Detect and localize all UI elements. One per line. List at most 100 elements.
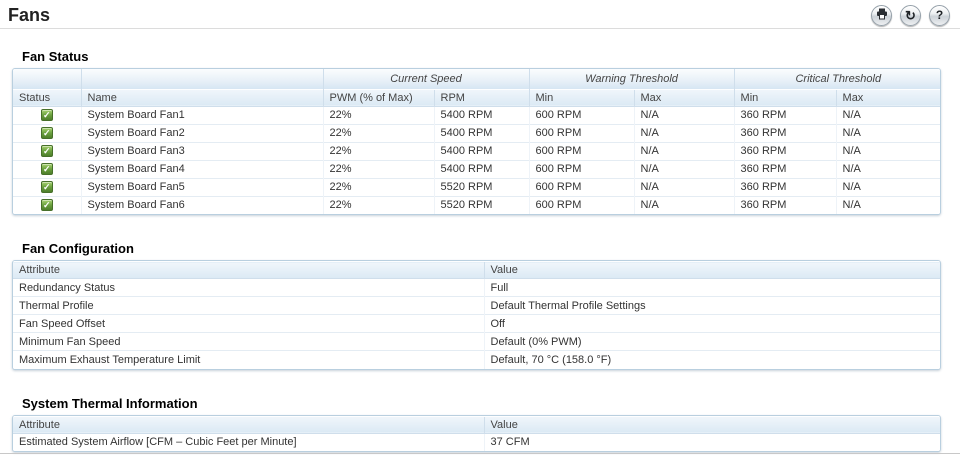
status-ok-icon: ✓: [40, 109, 53, 122]
crit-min-cell: 360 RPM: [733, 123, 837, 142]
print-icon: [876, 8, 888, 23]
fan-configuration-title: Fan Configuration: [22, 241, 134, 256]
group-header-row: Current Speed Warning Threshold Critical…: [13, 69, 940, 89]
help-button[interactable]: ?: [929, 4, 950, 26]
table-row: ✓ System Board Fan2 22% 5400 RPM 600 RPM…: [13, 123, 940, 142]
bottom-divider: [0, 453, 960, 454]
table-row: Thermal Profile Default Thermal Profile …: [13, 296, 940, 315]
group-header-current-speed: Current Speed: [322, 69, 530, 89]
status-ok-icon: ✓: [40, 127, 53, 140]
value-cell: Off: [483, 314, 940, 333]
col-status: Status: [13, 88, 81, 107]
group-header-warning-threshold: Warning Threshold: [528, 69, 735, 89]
value-cell: Default, 70 °C (158.0 °F): [483, 350, 940, 369]
column-header-row: Attribute Value: [13, 261, 940, 279]
pwm-cell: 22%: [322, 177, 434, 196]
warn-min-cell: 600 RPM: [528, 159, 635, 178]
system-thermal-title: System Thermal Information: [22, 395, 198, 411]
status-ok-icon: ✓: [40, 199, 53, 212]
warn-max-cell: N/A: [633, 141, 735, 160]
system-thermal-section: System Thermal Information Attribute Val…: [12, 395, 960, 452]
rpm-cell: 5520 RPM: [433, 177, 530, 196]
col-value: Value: [483, 415, 940, 434]
system-thermal-table: Attribute Value Estimated System Airflow…: [12, 414, 941, 452]
crit-max-cell: N/A: [835, 159, 940, 178]
name-cell: System Board Fan5: [80, 177, 323, 196]
value-cell: Default Thermal Profile Settings: [483, 296, 940, 315]
crit-max-cell: N/A: [835, 195, 940, 214]
col-warn-max: Max: [633, 88, 735, 107]
warn-min-cell: 600 RPM: [528, 141, 635, 160]
rpm-cell: 5400 RPM: [433, 106, 530, 124]
status-cell: ✓: [13, 141, 81, 160]
warn-min-cell: 600 RPM: [528, 123, 635, 142]
warn-max-cell: N/A: [633, 106, 735, 124]
value-cell: Default (0% PWM): [483, 332, 940, 351]
rpm-cell: 5520 RPM: [433, 195, 530, 214]
refresh-icon: ↻: [905, 7, 916, 23]
pwm-cell: 22%: [322, 123, 434, 142]
fan-configuration-table: Attribute Value Redundancy Status Full T…: [12, 260, 941, 370]
status-ok-icon: ✓: [40, 163, 53, 176]
column-header-row: Attribute Value: [13, 415, 940, 434]
attribute-cell: Maximum Exhaust Temperature Limit: [13, 350, 484, 369]
crit-max-cell: N/A: [835, 177, 940, 196]
crit-min-cell: 360 RPM: [733, 159, 837, 178]
warn-max-cell: N/A: [633, 195, 735, 214]
col-value: Value: [483, 261, 940, 279]
warn-max-cell: N/A: [633, 159, 735, 178]
help-icon: ?: [935, 8, 944, 22]
crit-max-cell: N/A: [835, 123, 940, 142]
value-cell: 37 CFM: [483, 433, 940, 451]
name-cell: System Board Fan6: [80, 195, 323, 214]
status-ok-icon: ✓: [40, 145, 53, 158]
attribute-cell: Redundancy Status: [13, 278, 484, 297]
table-row: Minimum Fan Speed Default (0% PWM): [13, 332, 940, 351]
pwm-cell: 22%: [322, 106, 434, 124]
col-warn-min: Min: [528, 88, 635, 107]
rpm-cell: 5400 RPM: [433, 159, 530, 178]
pwm-cell: 22%: [322, 159, 434, 178]
topbar-actions: ↻ ?: [871, 4, 950, 26]
warn-min-cell: 600 RPM: [528, 106, 635, 124]
rpm-cell: 5400 RPM: [433, 123, 530, 142]
col-pwm: PWM (% of Max): [322, 88, 434, 107]
warn-min-cell: 600 RPM: [528, 195, 635, 214]
status-ok-icon: ✓: [40, 181, 53, 194]
group-header-empty: [13, 69, 81, 89]
group-header-critical-threshold: Critical Threshold: [733, 69, 940, 89]
warn-min-cell: 600 RPM: [528, 177, 635, 196]
rpm-cell: 5400 RPM: [433, 141, 530, 160]
status-cell: ✓: [13, 195, 81, 214]
fan-status-title: Fan Status: [22, 49, 89, 64]
fan-configuration-section: Fan Configuration Attribute Value Redund…: [12, 241, 960, 370]
col-attribute: Attribute: [13, 415, 484, 434]
attribute-cell: Minimum Fan Speed: [13, 332, 484, 351]
crit-max-cell: N/A: [835, 106, 940, 124]
col-crit-max: Max: [835, 88, 940, 107]
crit-min-cell: 360 RPM: [733, 106, 837, 124]
crit-min-cell: 360 RPM: [733, 195, 837, 214]
warn-max-cell: N/A: [633, 123, 735, 142]
table-row: Fan Speed Offset Off: [13, 314, 940, 333]
col-rpm: RPM: [433, 88, 530, 107]
attribute-cell: Estimated System Airflow [CFM – Cubic Fe…: [13, 433, 484, 451]
status-cell: ✓: [13, 106, 81, 124]
column-header-row: Status Name PWM (% of Max) RPM Min Max M…: [13, 88, 940, 107]
col-name: Name: [80, 88, 323, 107]
page-title: Fans: [8, 5, 51, 25]
table-row: ✓ System Board Fan3 22% 5400 RPM 600 RPM…: [13, 141, 940, 160]
table-row: Maximum Exhaust Temperature Limit Defaul…: [13, 350, 940, 369]
print-button[interactable]: [871, 4, 892, 26]
refresh-button[interactable]: ↻: [900, 4, 921, 26]
col-crit-min: Min: [733, 88, 837, 107]
fan-status-section: Fan Status Current Speed Warning Thresho…: [12, 49, 960, 215]
value-cell: Full: [483, 278, 940, 297]
table-row: ✓ System Board Fan6 22% 5520 RPM 600 RPM…: [13, 195, 940, 214]
attribute-cell: Thermal Profile: [13, 296, 484, 315]
table-row: ✓ System Board Fan4 22% 5400 RPM 600 RPM…: [13, 159, 940, 178]
group-header-empty: [80, 69, 323, 89]
pwm-cell: 22%: [322, 141, 434, 160]
crit-max-cell: N/A: [835, 141, 940, 160]
table-row: Redundancy Status Full: [13, 278, 940, 297]
